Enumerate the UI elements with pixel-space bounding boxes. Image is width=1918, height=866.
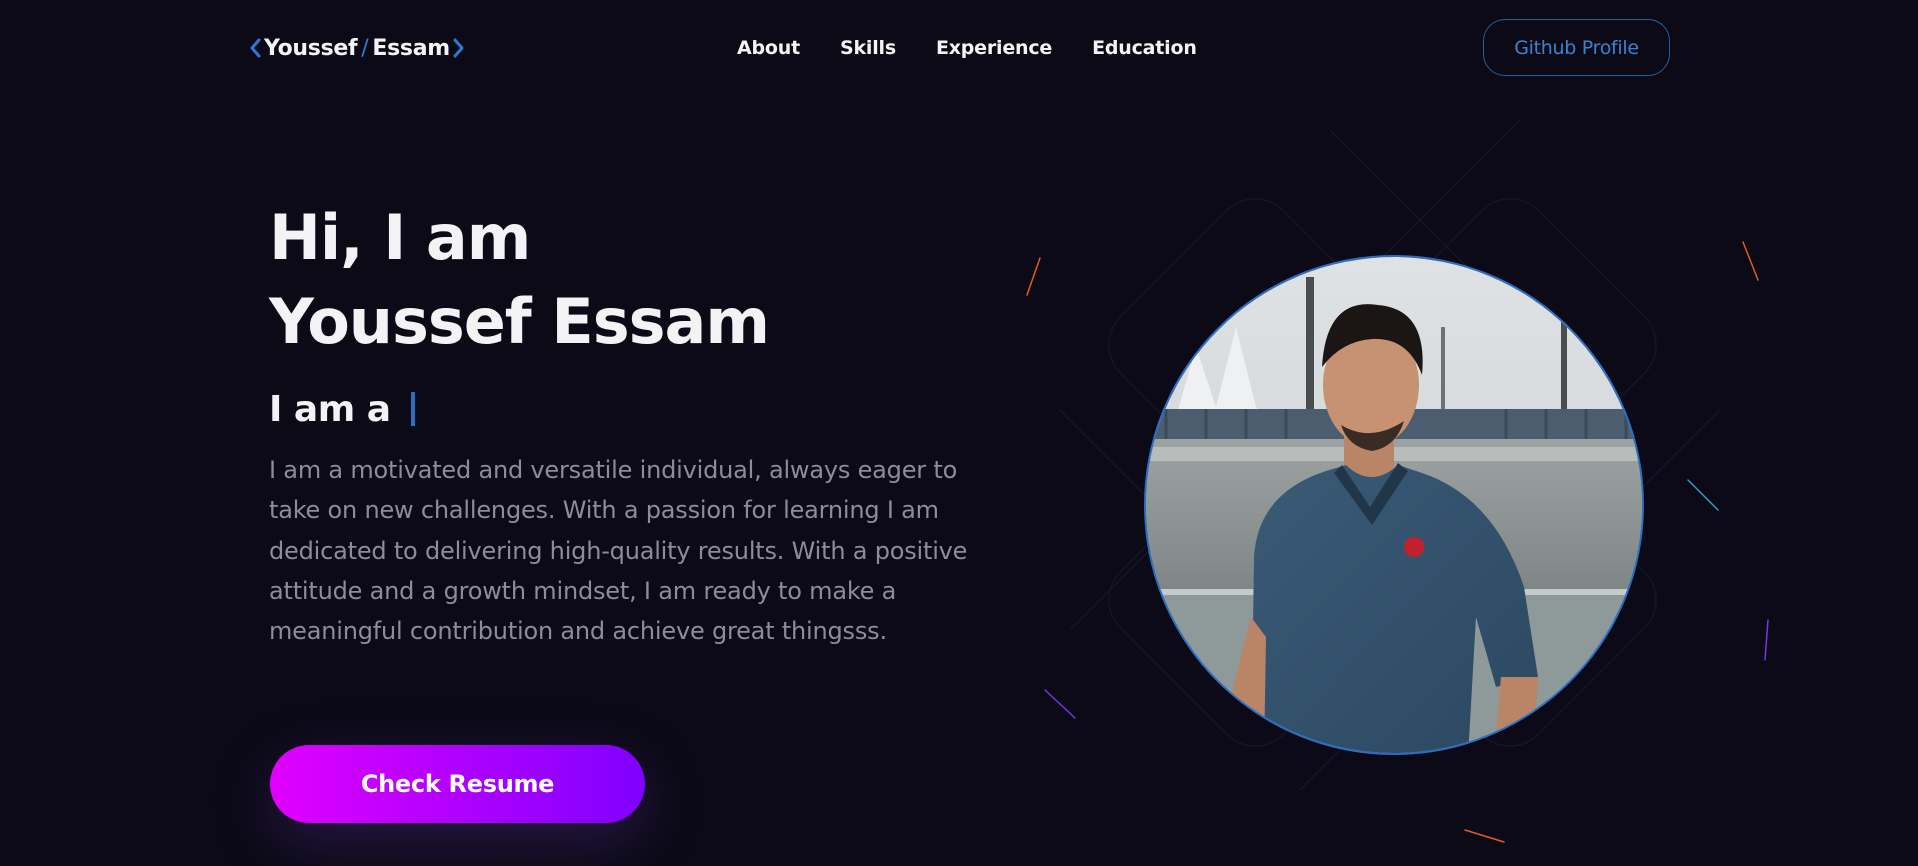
github-profile-button[interactable]: Github Profile [1483,19,1670,76]
hero-title: Hi, I am Youssef Essam [269,196,770,364]
profile-photo-illustration [1146,257,1642,753]
shooting-star [1742,241,1759,281]
hero-greeting: Hi, I am [269,201,531,274]
hero-description: I am a motivated and versatile individua… [269,456,968,646]
chevron-right-icon [453,38,464,58]
logo-first-name: Youssef [264,35,358,61]
check-resume-button[interactable]: Check Resume [270,745,645,823]
typing-cursor [410,392,415,426]
shooting-star [1464,829,1505,843]
shooting-star [1026,257,1041,296]
hero-role-typewriter: I am a [269,384,415,434]
nav-item-skills[interactable]: Skills [840,37,896,59]
chevron-left-icon [250,38,261,58]
shooting-star [1764,619,1769,661]
hero-name: Youssef Essam [269,285,770,358]
logo-separator: / [361,35,369,61]
logo-last-name: Essam [372,35,450,61]
nav-item-education[interactable]: Education [1092,37,1197,59]
nav-item-experience[interactable]: Experience [936,37,1052,59]
nav-item-about[interactable]: About [737,37,800,59]
profile-photo [1144,255,1644,755]
shooting-star [1687,479,1719,511]
nav-menu: About Skills Experience Education [737,34,1197,62]
hero-role-prefix: I am a [269,388,391,430]
logo[interactable]: Youssef / Essam [248,30,466,66]
navbar: Youssef / Essam About Skills Experience … [0,0,1918,94]
shooting-star [1044,689,1076,719]
